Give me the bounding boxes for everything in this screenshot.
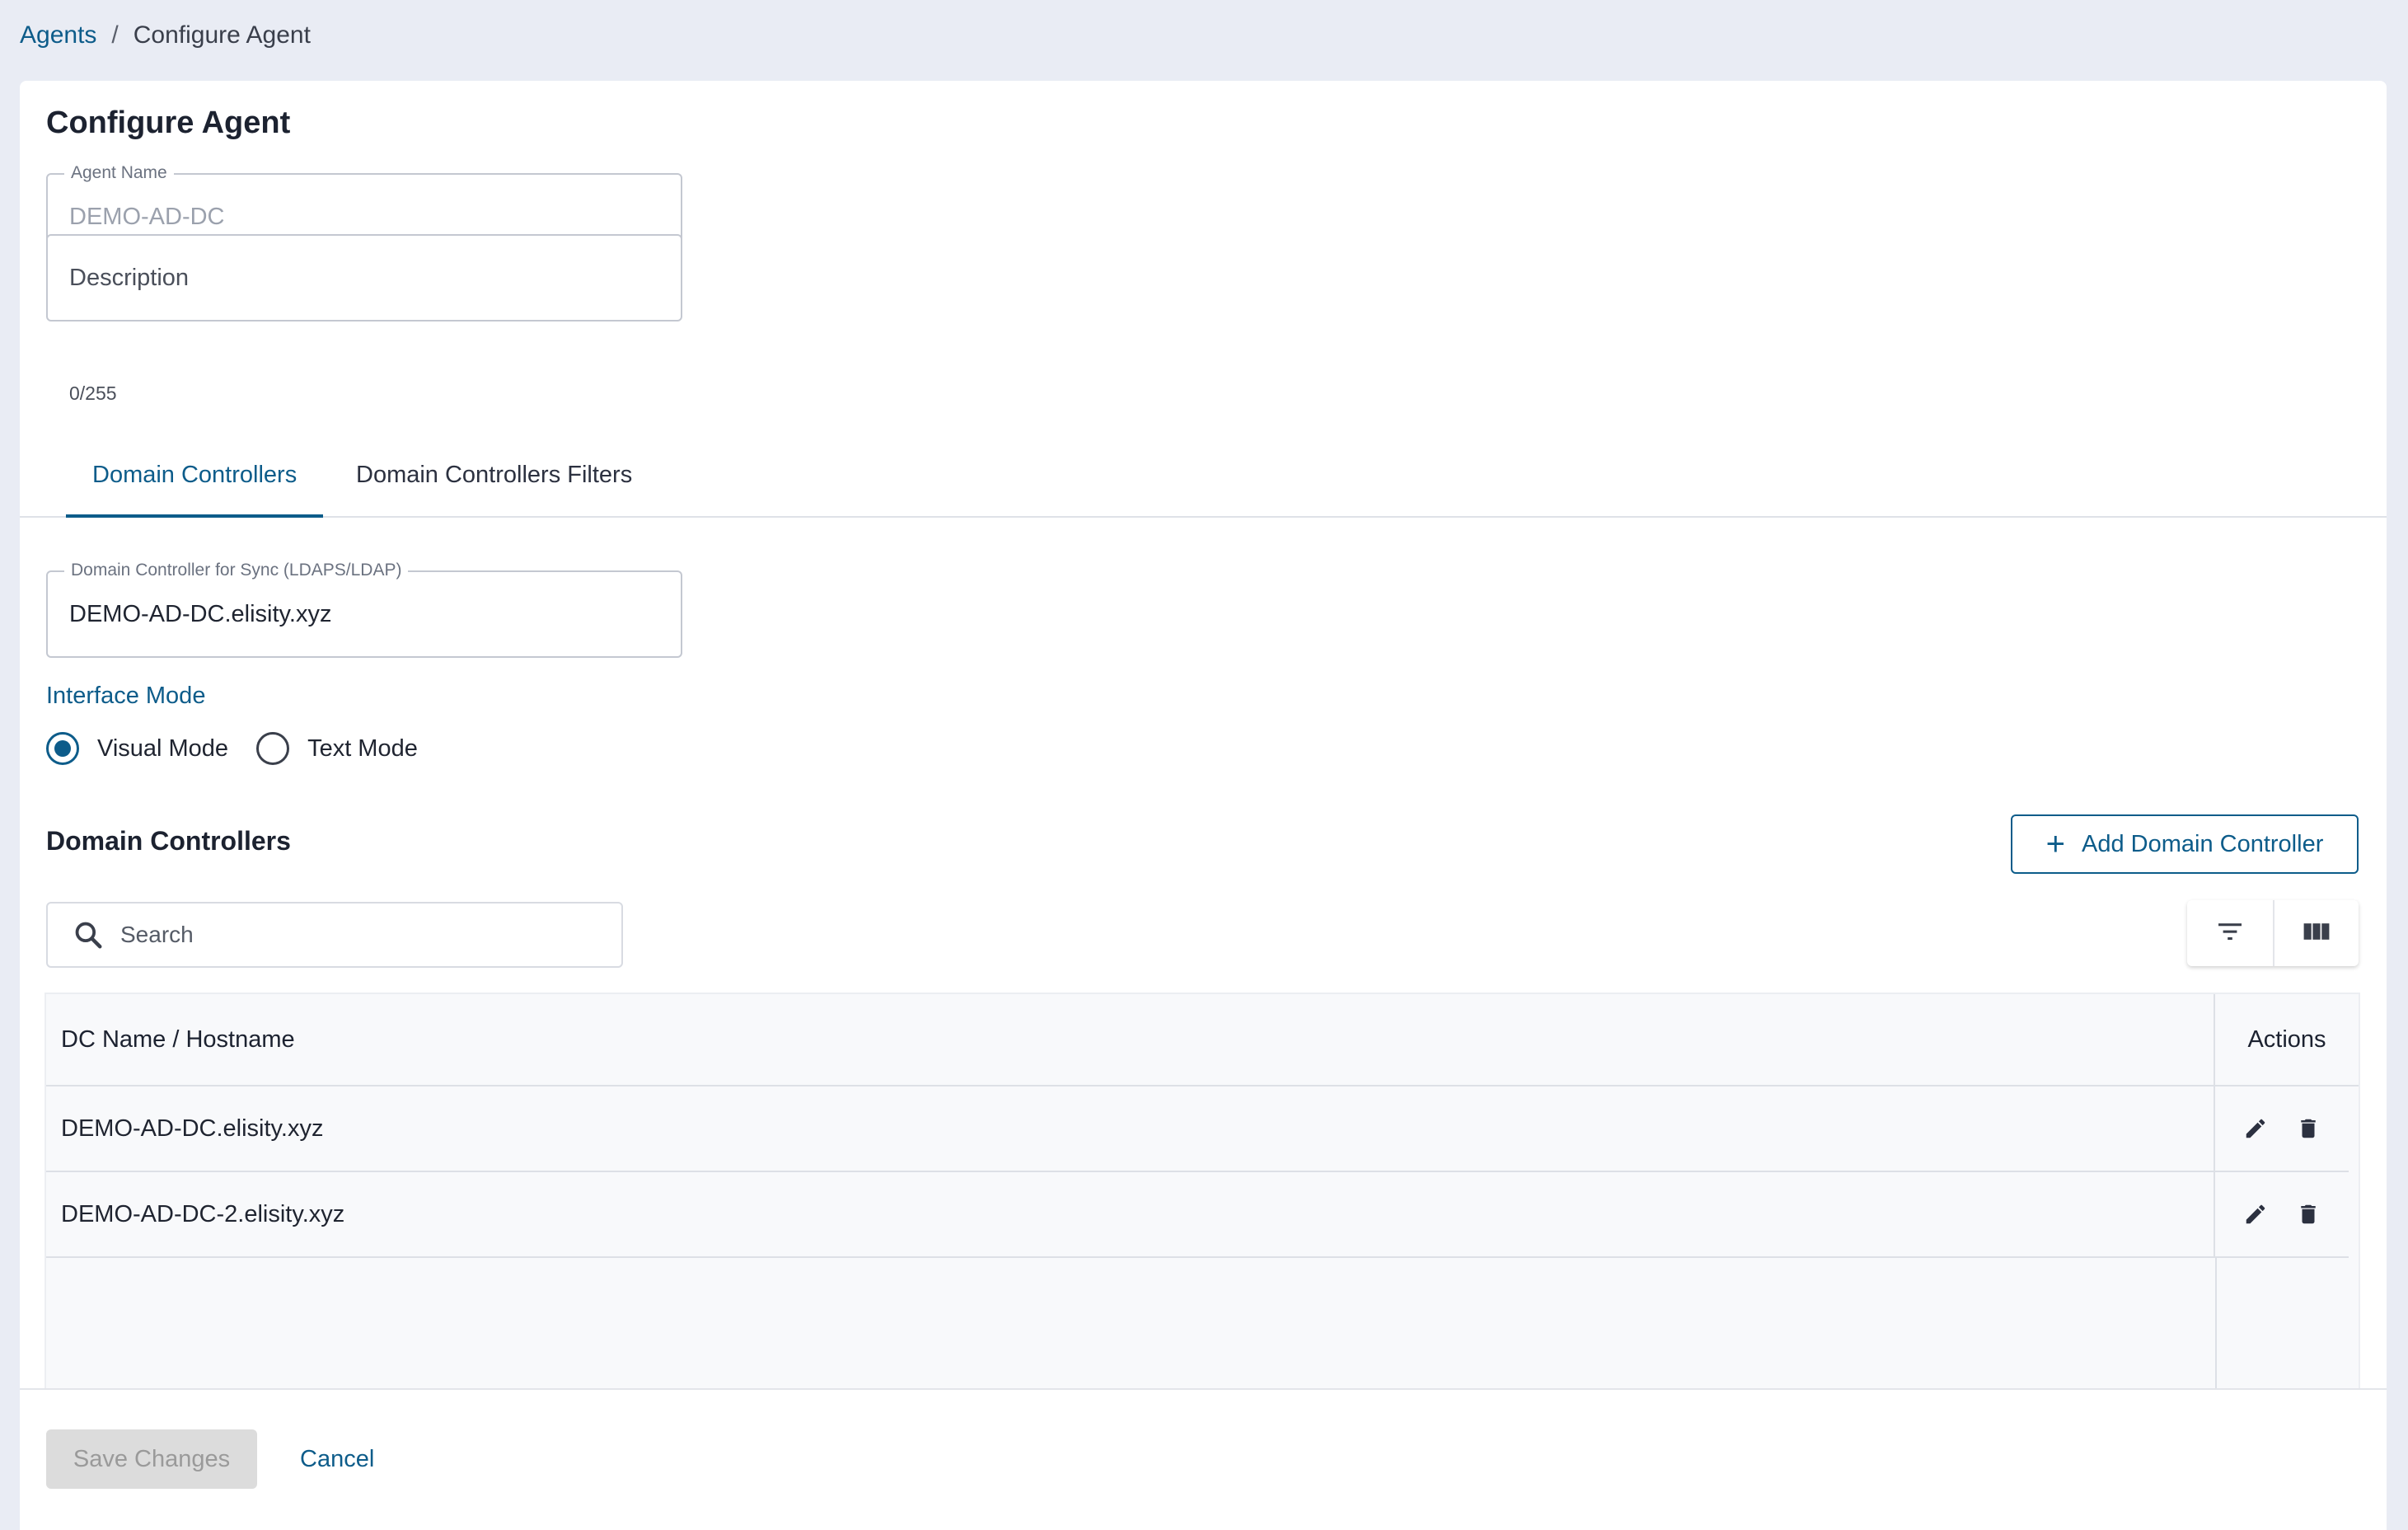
table-toolbar: [2187, 900, 2359, 966]
sync-domain-controller-value: DEMO-AD-DC.elisity.xyz: [69, 600, 332, 627]
pencil-icon[interactable]: [2243, 1116, 2268, 1141]
search-placeholder: Search: [120, 922, 194, 947]
plus-icon: +: [2045, 826, 2065, 862]
interface-mode-radio-group: Visual Mode Text Mode: [46, 732, 446, 765]
radio-unchecked-icon: [256, 732, 290, 765]
radio-visual-mode-label: Visual Mode: [97, 734, 229, 762]
description-counter: 0/255: [69, 382, 117, 404]
domain-controllers-heading: Domain Controllers: [46, 826, 291, 856]
add-domain-controller-label: Add Domain Controller: [2082, 830, 2324, 857]
configure-agent-card: Configure Agent Agent Name DEMO-AD-DC De…: [20, 81, 2387, 1530]
table-header: DC Name / Hostname Actions: [46, 994, 2359, 1086]
search-icon: [73, 919, 104, 950]
page-title: Configure Agent: [46, 106, 291, 140]
description-placeholder: Description: [69, 264, 190, 291]
columns-icon: [2303, 920, 2331, 947]
breadcrumb: Agents / Configure Agent: [20, 21, 311, 49]
filter-icon: [2216, 920, 2244, 947]
tab-bar: Domain Controllers Domain Controllers Fi…: [20, 434, 2387, 518]
tab-domain-controllers-filters[interactable]: Domain Controllers Filters: [330, 434, 658, 516]
search-input[interactable]: Search: [46, 902, 623, 968]
interface-mode-label: Interface Mode: [46, 683, 206, 709]
pencil-icon[interactable]: [2243, 1202, 2268, 1227]
form-footer: Save Changes Cancel: [20, 1388, 2387, 1530]
breadcrumb-current: Configure Agent: [133, 21, 311, 49]
breadcrumb-separator: /: [111, 21, 119, 49]
columns-button[interactable]: [2273, 900, 2359, 966]
radio-text-mode[interactable]: Text Mode: [256, 732, 418, 765]
row-actions: [2215, 1086, 2349, 1171]
column-header-dc-name[interactable]: DC Name / Hostname: [46, 994, 2215, 1085]
breadcrumb-link-agents[interactable]: Agents: [20, 21, 96, 49]
sync-domain-controller-field[interactable]: Domain Controller for Sync (LDAPS/LDAP) …: [46, 561, 682, 658]
save-changes-button[interactable]: Save Changes: [46, 1429, 257, 1489]
radio-text-mode-label: Text Mode: [307, 734, 418, 762]
tab-domain-controllers[interactable]: Domain Controllers: [66, 434, 324, 518]
column-header-actions: Actions: [2247, 1025, 2326, 1053]
trash-icon[interactable]: [2296, 1116, 2321, 1141]
table-row: DEMO-AD-DC.elisity.xyz: [46, 1086, 2349, 1172]
trash-icon[interactable]: [2296, 1202, 2321, 1227]
domain-controllers-table: DC Name / Hostname Actions DEMO-AD-DC.el…: [45, 993, 2360, 1441]
description-field[interactable]: Description: [46, 234, 682, 321]
radio-visual-mode[interactable]: Visual Mode: [46, 732, 228, 765]
filter-button[interactable]: [2187, 900, 2273, 966]
add-domain-controller-button[interactable]: + Add Domain Controller: [2011, 814, 2359, 874]
table-row: DEMO-AD-DC-2.elisity.xyz: [46, 1172, 2349, 1258]
dc-name-cell: DEMO-AD-DC.elisity.xyz: [46, 1086, 2215, 1171]
radio-checked-icon: [46, 732, 79, 765]
cancel-button[interactable]: Cancel: [300, 1429, 374, 1489]
row-actions: [2215, 1172, 2349, 1256]
dc-name-cell: DEMO-AD-DC-2.elisity.xyz: [46, 1172, 2215, 1256]
